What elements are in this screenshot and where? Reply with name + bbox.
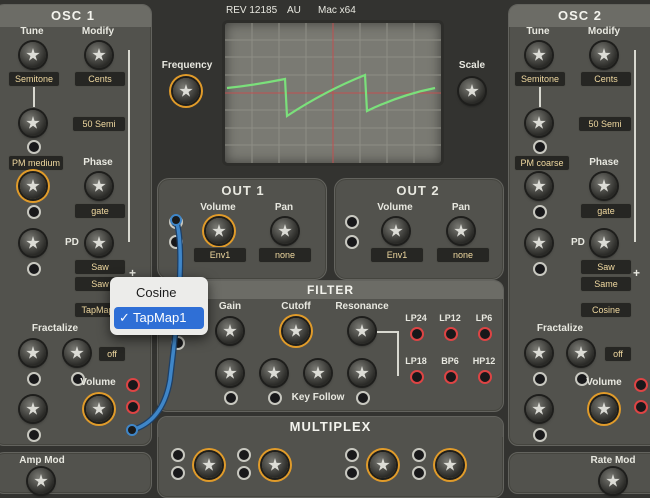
wave-dropdown-menu: Cosine ✓ TapMap1 bbox=[110, 277, 208, 335]
patch-cable-layer bbox=[126, 214, 184, 436]
checkmark-icon: ✓ bbox=[119, 310, 130, 325]
dropdown-item-tapmap1[interactable]: ✓ TapMap1 bbox=[114, 307, 204, 329]
patch-cable-plug-top[interactable] bbox=[170, 214, 182, 226]
dropdown-item-cosine[interactable]: Cosine bbox=[114, 282, 204, 304]
patch-cable-plug-bottom[interactable] bbox=[126, 424, 138, 436]
dropdown-item-tapmap1-label: TapMap1 bbox=[133, 310, 187, 325]
